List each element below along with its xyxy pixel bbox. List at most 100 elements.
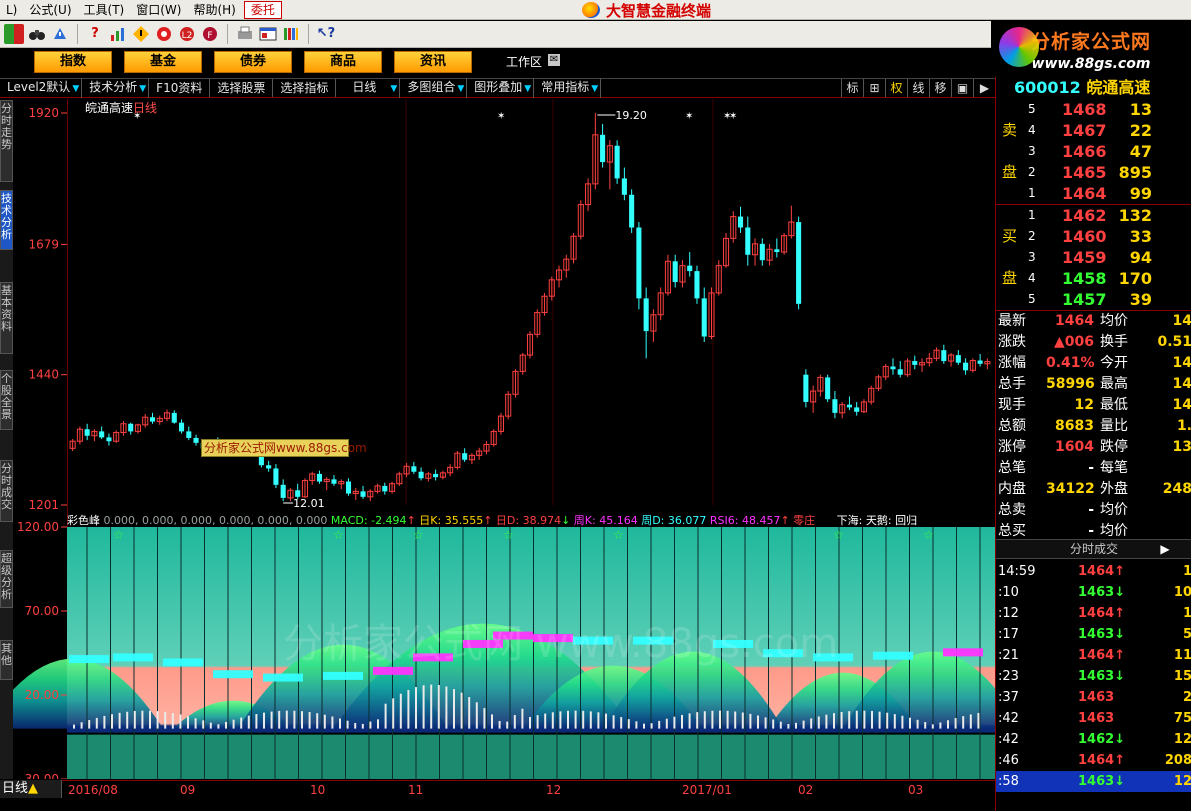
stat-value: 14 — [1172, 376, 1191, 392]
menu-item-formula[interactable]: 公式(U) — [23, 0, 77, 20]
tick-price: 1464↑ — [1078, 564, 1126, 579]
order-book-row[interactable]: 5 1457 39 — [996, 289, 1191, 310]
side-tab-ticks[interactable]: 分时成交 — [0, 460, 13, 522]
order-side-label: 盘 — [1002, 163, 1018, 181]
period-switch[interactable]: 日线▲ — [0, 780, 62, 798]
nav-news-button[interactable]: 资讯 — [394, 51, 472, 73]
tick-row[interactable]: :37 1463 2 — [996, 687, 1191, 708]
quote-list-icon[interactable] — [4, 24, 24, 44]
tick-row[interactable]: :12 1464↑ 1 — [996, 603, 1191, 624]
tab-f10[interactable]: F10资料 — [149, 79, 211, 97]
menu-item-help[interactable]: 帮助(H) — [187, 0, 241, 20]
candle — [541, 292, 548, 316]
nav-fund-button[interactable]: 基金 — [124, 51, 202, 73]
tick-row[interactable]: :58 1463↓ 12 — [996, 771, 1191, 792]
nav-bond-button[interactable]: 债券 — [214, 51, 292, 73]
workspace-label[interactable]: 工作区 — [506, 53, 542, 70]
volume-bar — [301, 711, 303, 729]
window-layout-icon[interactable] — [258, 24, 278, 44]
tick-row[interactable]: :42 1462↓ 12 — [996, 729, 1191, 750]
tab-multi-chart[interactable]: 多图组合 ▼ — [400, 78, 468, 98]
volume-bar — [650, 723, 653, 729]
mark-button[interactable]: 标 — [841, 79, 863, 97]
next-arrow-icon[interactable]: ▶ — [1158, 540, 1172, 558]
chart-canvas[interactable]: 19.2012.01✶ ✶ ✶ ✶✶ 1920167914401201 ☆ ☆ ☆ ☆ ☆ ☆ ☆… — [13, 99, 995, 779]
order-book-row[interactable]: 4 1458 170 — [996, 268, 1191, 289]
line-button[interactable]: 线 — [907, 79, 929, 97]
binoculars-icon[interactable] — [27, 24, 47, 44]
record-icon[interactable] — [154, 24, 174, 44]
order-book-row[interactable]: 5 1468 13 — [996, 99, 1191, 120]
tab-select-stock[interactable]: 选择股票 — [210, 79, 274, 97]
tick-row[interactable]: :10 1463↓ 10 — [996, 582, 1191, 603]
tab-overlay[interactable]: 图形叠加 ▼ — [467, 78, 535, 98]
volume-bar — [316, 713, 319, 729]
side-tab-super[interactable]: 超级分析 — [0, 550, 13, 608]
tick-row[interactable]: :23 1463↓ 15 — [996, 666, 1191, 687]
candle — [193, 434, 199, 446]
menu-item-tools[interactable]: 工具(T) — [78, 0, 131, 20]
order-level: 5 — [1028, 292, 1036, 306]
side-tab-intraday[interactable]: 分时走势 — [0, 100, 13, 182]
tab-technical-analysis[interactable]: 技术分析 ▼ — [82, 78, 150, 98]
tick-row[interactable]: 14:59 1464↑ 1 — [996, 561, 1191, 582]
tick-row[interactable]: :17 1463↓ 5 — [996, 624, 1191, 645]
side-tab-other[interactable]: 其他 — [0, 640, 13, 680]
order-book-row[interactable]: 2 1460 33 — [996, 226, 1191, 247]
books-icon[interactable] — [281, 24, 301, 44]
volume-bar — [916, 719, 919, 729]
tick-price: 1463↓ — [1078, 627, 1126, 642]
tick-volume: 10 — [1173, 585, 1191, 600]
quote-header[interactable]: 600012 皖通高速 — [996, 77, 1191, 99]
candle — [687, 252, 693, 277]
volume-bar — [513, 715, 516, 729]
tab-select-indicator[interactable]: 选择指标 — [273, 79, 337, 97]
volume-bar — [802, 720, 805, 729]
nav-index-button[interactable]: 指数 — [34, 51, 112, 73]
warning-diamond-icon[interactable] — [131, 24, 151, 44]
order-book-row[interactable]: 1 1464 99 — [996, 183, 1191, 204]
nav-commodity-button[interactable]: 商品 — [304, 51, 382, 73]
volume-bar — [863, 710, 866, 729]
order-book-row[interactable]: 3 1459 94 — [996, 247, 1191, 268]
formula-icon[interactable]: ? — [85, 24, 105, 44]
tick-row[interactable]: :42 1463 75 — [996, 708, 1191, 729]
level2-icon[interactable]: L2 — [177, 24, 197, 44]
order-book-row[interactable]: 4 1467 22 — [996, 120, 1191, 141]
workspace-dropdown-icon[interactable]: ✉ — [548, 54, 560, 66]
tab-level2-default[interactable]: Level2默认 ▼ — [0, 78, 83, 98]
volume-bar — [346, 720, 349, 729]
alert-icon[interactable] — [50, 24, 70, 44]
grid-button[interactable]: ⊞ — [863, 79, 885, 97]
tick-row[interactable]: :21 1464↑ 11 — [996, 645, 1191, 666]
tab-common-indicators[interactable]: 常用指标 ▼ — [534, 78, 602, 98]
order-book-row[interactable]: 1 1462 132 — [996, 205, 1191, 226]
help-pointer-icon[interactable]: ↖? — [316, 24, 336, 44]
candle — [715, 260, 722, 296]
peak-label: 19.20 — [615, 109, 647, 122]
order-book-row[interactable]: 3 1466 47 — [996, 141, 1191, 162]
chart-tool-icon[interactable] — [108, 24, 128, 44]
volume-bar — [909, 717, 911, 729]
volume-bar — [498, 720, 501, 729]
tab-daily[interactable]: 日线 ▼ — [336, 78, 401, 98]
print-icon[interactable] — [235, 24, 255, 44]
menu-item-l[interactable]: L) — [0, 0, 23, 20]
menu-item-window[interactable]: 窗口(W) — [130, 0, 187, 20]
next-button[interactable]: ▶ — [973, 79, 995, 97]
trade-button[interactable]: 委托 — [243, 0, 282, 19]
move-button[interactable]: 移 — [929, 79, 951, 97]
tick-row[interactable]: :46 1464↑ 208 — [996, 750, 1191, 771]
side-tab-panorama[interactable]: 个股全景 — [0, 370, 13, 430]
volume-bar — [73, 724, 75, 729]
f10-icon[interactable]: F — [200, 24, 220, 44]
volume-bar — [559, 711, 562, 729]
chart-area[interactable]: 19.20 12.01 ✶ ✶ ✶ ✶ ✶ 1920 1679 1440 1201 ☆ ☆ ☆ ☆ ☆ ☆ ☆… — [13, 99, 995, 779]
window-button[interactable]: ▣ — [951, 79, 973, 97]
candle — [854, 401, 860, 416]
side-tab-fundamentals[interactable]: 基本资料 — [0, 282, 13, 354]
side-tab-technical[interactable]: 技术分析 — [0, 190, 13, 250]
rights-button[interactable]: 权 — [885, 79, 907, 97]
volume-bar — [111, 714, 113, 729]
order-book-row[interactable]: 2 1465 895 — [996, 162, 1191, 183]
